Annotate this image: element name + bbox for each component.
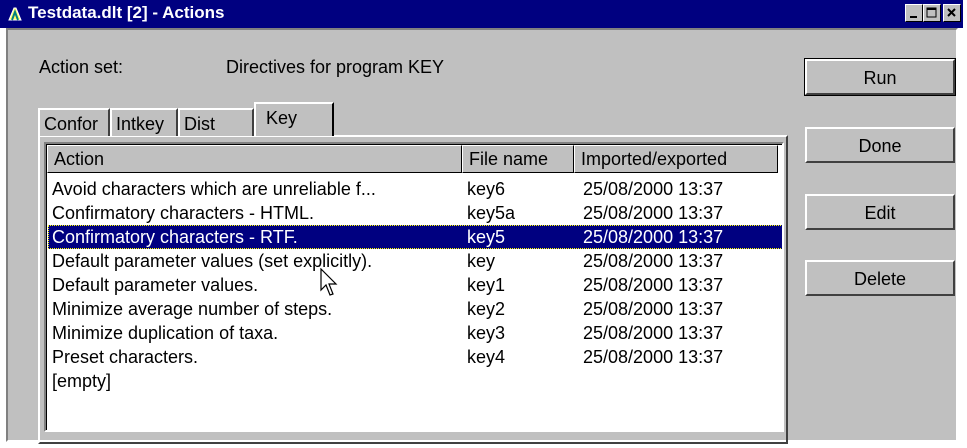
tab-intkey[interactable]: Intkey (110, 108, 178, 136)
date-cell: 25/08/2000 13:37 (583, 179, 724, 199)
maximize-button[interactable] (923, 4, 941, 22)
date-cell: 25/08/2000 13:37 (583, 275, 724, 295)
list-item[interactable]: Preset characters. key4 25/08/2000 13:37 (48, 345, 782, 369)
column-header-imported-exported[interactable]: Imported/exported (574, 145, 778, 173)
file-cell: key5a (467, 203, 516, 223)
actions-list[interactable]: Action File name Imported/exported Avoid… (44, 142, 784, 432)
action-cell: Minimize duplication of taxa. (52, 323, 279, 343)
action-cell: Confirmatory characters - RTF. (52, 227, 298, 247)
file-cell: key4 (467, 347, 506, 367)
title-bar[interactable]: Testdata.dlt [2] - Actions (0, 0, 963, 28)
date-cell: 25/08/2000 13:37 (583, 203, 724, 223)
action-set-value: Directives for program KEY (226, 57, 445, 77)
file-cell: key2 (467, 299, 506, 319)
maximize-icon (926, 7, 937, 18)
action-cell: Default parameter values. (52, 275, 259, 295)
window-title: Testdata.dlt [2] - Actions (28, 3, 225, 22)
list-item[interactable]: Confirmatory characters - HTML. key5a 25… (48, 201, 782, 225)
file-cell: key3 (467, 323, 506, 343)
app-icon (8, 7, 22, 21)
date-cell: 25/08/2000 13:37 (583, 323, 724, 343)
delete-button[interactable]: Delete (805, 260, 955, 296)
list-item[interactable]: Default parameter values (set explicitly… (48, 249, 782, 273)
date-cell: 25/08/2000 13:37 (583, 227, 724, 247)
tab-key[interactable]: Key (254, 102, 334, 136)
list-item[interactable]: Minimize average number of steps. key2 2… (48, 297, 782, 321)
list-item[interactable]: [empty] (48, 369, 782, 393)
action-cell: Minimize average number of steps. (52, 299, 333, 319)
close-icon (947, 8, 956, 17)
mouse-pointer-icon (320, 268, 338, 296)
action-cell: Preset characters. (52, 347, 199, 367)
tab-strip: Confor Intkey Dist Key (38, 100, 338, 136)
action-cell: [empty] (52, 371, 112, 391)
column-header-action[interactable]: Action (47, 145, 462, 173)
date-cell: 25/08/2000 13:37 (583, 251, 724, 271)
list-item[interactable]: Default parameter values. key1 25/08/200… (48, 273, 782, 297)
list-item[interactable]: Avoid characters which are unreliable f.… (48, 177, 782, 201)
dialog-client-area: Action set: Directives for program KEY C… (6, 28, 958, 444)
list-item-selected[interactable]: Confirmatory characters - RTF. key5 25/0… (48, 225, 782, 249)
column-header-file-name[interactable]: File name (462, 145, 574, 173)
actions-window: Testdata.dlt [2] - Actions Action set: D… (0, 0, 967, 448)
list-item[interactable]: Minimize duplication of taxa. key3 25/08… (48, 321, 782, 345)
run-button[interactable]: Run (804, 58, 956, 96)
file-cell: key5 (467, 227, 506, 247)
file-cell: key6 (467, 179, 506, 199)
file-cell: key (467, 251, 496, 271)
action-set-label: Action set: (39, 57, 124, 77)
date-cell: 25/08/2000 13:37 (583, 347, 724, 367)
date-cell: 25/08/2000 13:37 (583, 299, 724, 319)
action-cell: Confirmatory characters - HTML. (52, 203, 315, 223)
file-cell: key1 (467, 275, 506, 295)
close-button[interactable] (943, 4, 961, 22)
minimize-button[interactable] (905, 4, 923, 22)
edit-button[interactable]: Edit (805, 194, 955, 230)
action-cell: Avoid characters which are unreliable f.… (52, 179, 376, 199)
done-button[interactable]: Done (805, 127, 955, 163)
tab-dist[interactable]: Dist (178, 108, 254, 136)
minimize-icon (910, 16, 917, 18)
tab-confor[interactable]: Confor (38, 108, 110, 136)
